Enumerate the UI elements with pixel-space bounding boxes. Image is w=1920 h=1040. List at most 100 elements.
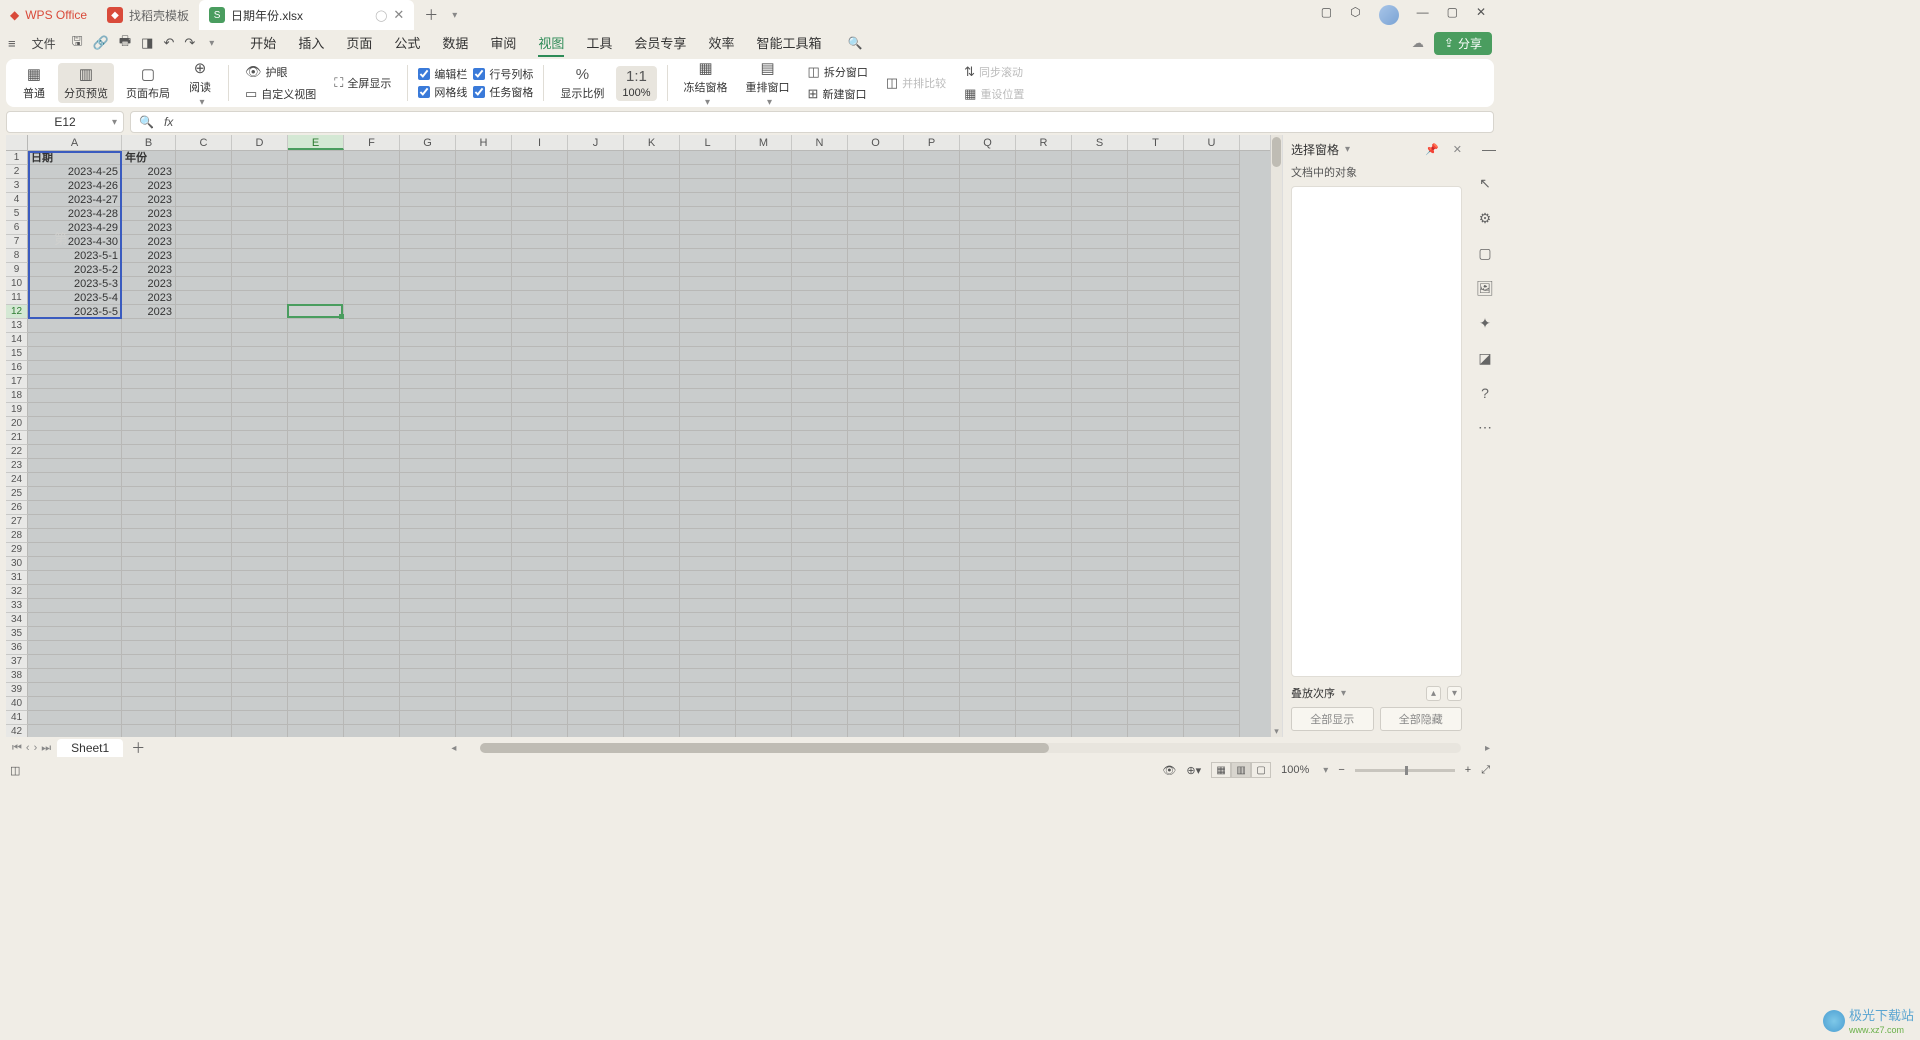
cell[interactable] [624, 725, 680, 737]
cell[interactable] [624, 445, 680, 459]
menu-tab-3[interactable]: 公式 [394, 30, 420, 57]
cell[interactable] [848, 613, 904, 627]
cell[interactable] [568, 515, 624, 529]
cell[interactable] [1072, 305, 1128, 319]
cell[interactable] [456, 165, 512, 179]
cell[interactable] [1128, 347, 1184, 361]
cell[interactable] [456, 291, 512, 305]
cell[interactable] [288, 347, 344, 361]
cell[interactable] [1184, 207, 1240, 221]
row-header[interactable]: 36 [6, 641, 28, 655]
cell[interactable] [736, 725, 792, 737]
cell[interactable] [848, 361, 904, 375]
cell[interactable] [400, 557, 456, 571]
row-header[interactable]: 27 [6, 515, 28, 529]
view-page-layout[interactable]: ▢页面布局 [120, 63, 176, 103]
cell[interactable] [848, 725, 904, 737]
cell[interactable] [176, 669, 232, 683]
cell[interactable] [122, 515, 176, 529]
cell[interactable] [344, 459, 400, 473]
cell[interactable] [848, 417, 904, 431]
cell[interactable] [400, 627, 456, 641]
cell[interactable] [400, 431, 456, 445]
cell[interactable] [568, 249, 624, 263]
cell[interactable] [288, 585, 344, 599]
cell[interactable] [1072, 655, 1128, 669]
cell[interactable] [1072, 277, 1128, 291]
cell[interactable]: 2023-4-28 [28, 207, 122, 221]
cell[interactable] [288, 151, 344, 165]
col-header-F[interactable]: F [344, 135, 400, 150]
cell[interactable] [344, 445, 400, 459]
col-header-A[interactable]: A [28, 135, 122, 150]
cell[interactable] [232, 235, 288, 249]
cell[interactable] [792, 473, 848, 487]
cell[interactable] [792, 641, 848, 655]
cell[interactable] [792, 571, 848, 585]
cell[interactable] [624, 249, 680, 263]
cell[interactable] [848, 641, 904, 655]
cell[interactable] [176, 417, 232, 431]
cell[interactable] [1128, 711, 1184, 725]
cell[interactable] [122, 389, 176, 403]
cell[interactable] [232, 585, 288, 599]
cell[interactable] [680, 291, 736, 305]
cell[interactable]: 2023 [122, 277, 176, 291]
cell[interactable] [960, 571, 1016, 585]
cell[interactable] [1128, 361, 1184, 375]
cell[interactable] [1184, 165, 1240, 179]
cell[interactable] [456, 585, 512, 599]
cell[interactable] [1072, 193, 1128, 207]
cell[interactable] [1184, 487, 1240, 501]
col-header-B[interactable]: B [122, 135, 176, 150]
col-header-L[interactable]: L [680, 135, 736, 150]
cell[interactable] [456, 697, 512, 711]
cell[interactable] [960, 207, 1016, 221]
hide-all-button[interactable]: 全部隐藏 [1380, 707, 1463, 731]
cell[interactable] [28, 613, 122, 627]
cell[interactable] [904, 193, 960, 207]
row-header[interactable]: 15 [6, 347, 28, 361]
cell[interactable] [680, 711, 736, 725]
cell[interactable] [736, 431, 792, 445]
cell[interactable] [960, 445, 1016, 459]
cell[interactable] [1072, 151, 1128, 165]
cell[interactable] [344, 725, 400, 737]
cell[interactable] [568, 207, 624, 221]
cell[interactable] [624, 263, 680, 277]
cell[interactable] [1016, 431, 1072, 445]
cell[interactable] [904, 459, 960, 473]
cell[interactable] [232, 431, 288, 445]
cell[interactable] [624, 389, 680, 403]
cell[interactable] [680, 305, 736, 319]
cell[interactable] [1184, 515, 1240, 529]
cell[interactable] [960, 389, 1016, 403]
cell[interactable] [1184, 403, 1240, 417]
cell[interactable] [1128, 263, 1184, 277]
cell[interactable] [344, 655, 400, 669]
cell[interactable] [176, 473, 232, 487]
cell[interactable] [848, 711, 904, 725]
cell[interactable] [680, 683, 736, 697]
cell[interactable] [456, 403, 512, 417]
cell[interactable] [960, 473, 1016, 487]
row-header[interactable]: 8 [6, 249, 28, 263]
cell[interactable] [568, 501, 624, 515]
cell[interactable] [512, 697, 568, 711]
cell[interactable]: 2023 [122, 165, 176, 179]
cell[interactable] [1184, 725, 1240, 737]
cell[interactable] [288, 515, 344, 529]
cell[interactable] [568, 613, 624, 627]
cell[interactable] [232, 165, 288, 179]
cell[interactable] [904, 585, 960, 599]
cell[interactable] [792, 543, 848, 557]
cell[interactable] [1128, 641, 1184, 655]
cell[interactable] [288, 361, 344, 375]
cell[interactable] [122, 473, 176, 487]
cell[interactable] [512, 529, 568, 543]
cell[interactable] [400, 249, 456, 263]
zoom-ratio[interactable]: %显示比例 [554, 64, 610, 103]
layout-icon[interactable]: ▢ [1321, 5, 1332, 25]
cell[interactable] [232, 375, 288, 389]
cell[interactable]: 2023 [122, 249, 176, 263]
